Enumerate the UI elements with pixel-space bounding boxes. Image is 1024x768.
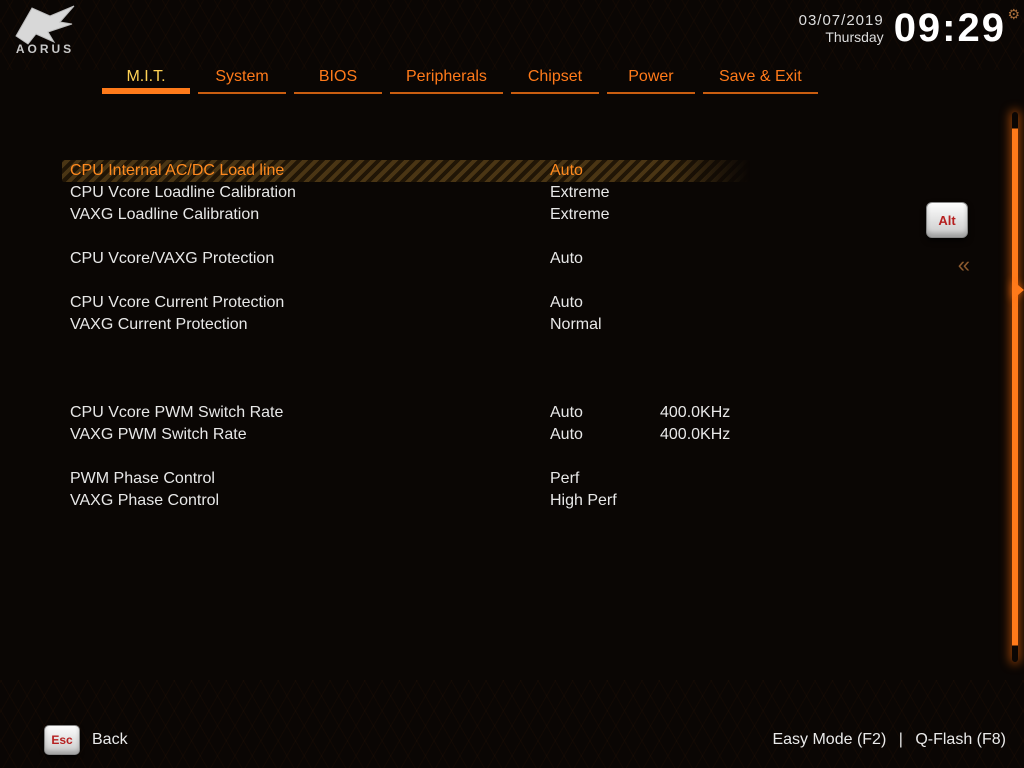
setting-row[interactable]: CPU Vcore PWM Switch RateAuto400.0KHz [70, 402, 810, 424]
spacer [70, 270, 810, 292]
alt-key-label: Alt [938, 213, 955, 228]
setting-value: Auto [550, 292, 660, 314]
brand-name: AORUS [16, 42, 74, 56]
setting-value: Perf [550, 468, 660, 490]
setting-row[interactable]: VAXG Phase ControlHigh Perf [70, 490, 810, 512]
footer: Esc Back Easy Mode (F2) | Q-Flash (F8) [0, 718, 1024, 768]
spacer [70, 336, 810, 358]
setting-row[interactable]: CPU Internal AC/DC Load lineAuto [70, 160, 810, 182]
setting-value: Auto [550, 402, 660, 424]
setting-label: VAXG Loadline Calibration [70, 204, 550, 226]
setting-label: CPU Internal AC/DC Load line [70, 160, 550, 182]
header: AORUS ⚙ 03/07/2019 Thursday 09:29 M.I.T.… [0, 0, 1024, 96]
setting-row[interactable]: CPU Vcore Current ProtectionAuto [70, 292, 810, 314]
setting-extra: 400.0KHz [660, 424, 810, 446]
mode-hints: Easy Mode (F2) | Q-Flash (F8) [772, 731, 1006, 749]
date-text: 03/07/2019 [799, 12, 884, 29]
setting-label: VAXG PWM Switch Rate [70, 424, 550, 446]
alt-key-button[interactable]: Alt [926, 202, 968, 238]
chevron-left-icon[interactable]: « [958, 252, 962, 278]
qflash-link[interactable]: Q-Flash (F8) [915, 731, 1006, 748]
top-tabs: M.I.T. System BIOS Peripherals Chipset Power S… [102, 64, 818, 94]
setting-value: Extreme [550, 204, 660, 226]
eagle-icon [10, 2, 80, 46]
setting-value: High Perf [550, 490, 660, 512]
tab-chipset[interactable]: Chipset [511, 64, 599, 94]
tab-power[interactable]: Power [607, 64, 695, 94]
rail-glow [1012, 112, 1018, 662]
spacer [70, 446, 810, 468]
setting-label: PWM Phase Control [70, 468, 550, 490]
setting-row[interactable]: VAXG PWM Switch RateAuto400.0KHz [70, 424, 810, 446]
spacer [70, 226, 810, 248]
back-label: Back [92, 731, 128, 749]
setting-value: Extreme [550, 182, 660, 204]
setting-row[interactable]: VAXG Current ProtectionNormal [70, 314, 810, 336]
datetime-block: 03/07/2019 Thursday 09:29 [799, 6, 1006, 51]
easy-mode-link[interactable]: Easy Mode (F2) [772, 731, 886, 748]
tab-bios[interactable]: BIOS [294, 64, 382, 94]
footer-divider: | [899, 731, 903, 748]
setting-value: Auto [550, 248, 660, 270]
setting-label: CPU Vcore Loadline Calibration [70, 182, 550, 204]
setting-value: Auto [550, 424, 660, 446]
settings-panel: CPU Internal AC/DC Load lineAutoCPU Vcor… [70, 160, 810, 512]
setting-label: VAXG Phase Control [70, 490, 550, 512]
setting-row[interactable]: CPU Vcore Loadline CalibrationExtreme [70, 182, 810, 204]
setting-row[interactable]: VAXG Loadline CalibrationExtreme [70, 204, 810, 226]
rail-arrow-icon[interactable] [1012, 280, 1024, 300]
brand-logo: AORUS [10, 2, 80, 56]
setting-label: VAXG Current Protection [70, 314, 550, 336]
setting-label: CPU Vcore/VAXG Protection [70, 248, 550, 270]
setting-row[interactable]: CPU Vcore/VAXG ProtectionAuto [70, 248, 810, 270]
spacer [70, 380, 810, 402]
back-button[interactable]: Esc Back [44, 725, 128, 755]
setting-label: CPU Vcore Current Protection [70, 292, 550, 314]
dow-text: Thursday [799, 29, 884, 45]
setting-value: Auto [550, 160, 660, 182]
tab-peripherals[interactable]: Peripherals [390, 64, 503, 94]
tab-m-i-t[interactable]: M.I.T. [102, 64, 190, 94]
esc-key-icon: Esc [44, 725, 80, 755]
setting-value: Normal [550, 314, 660, 336]
clock-text: 09:29 [894, 6, 1006, 51]
tab-save-exit[interactable]: Save & Exit [703, 64, 818, 94]
right-rail [1004, 112, 1024, 662]
setting-row[interactable]: PWM Phase ControlPerf [70, 468, 810, 490]
setting-label: CPU Vcore PWM Switch Rate [70, 402, 550, 424]
tab-system[interactable]: System [198, 64, 286, 94]
spacer [70, 358, 810, 380]
setting-extra: 400.0KHz [660, 402, 810, 424]
gear-icon[interactable]: ⚙ [1007, 6, 1020, 23]
